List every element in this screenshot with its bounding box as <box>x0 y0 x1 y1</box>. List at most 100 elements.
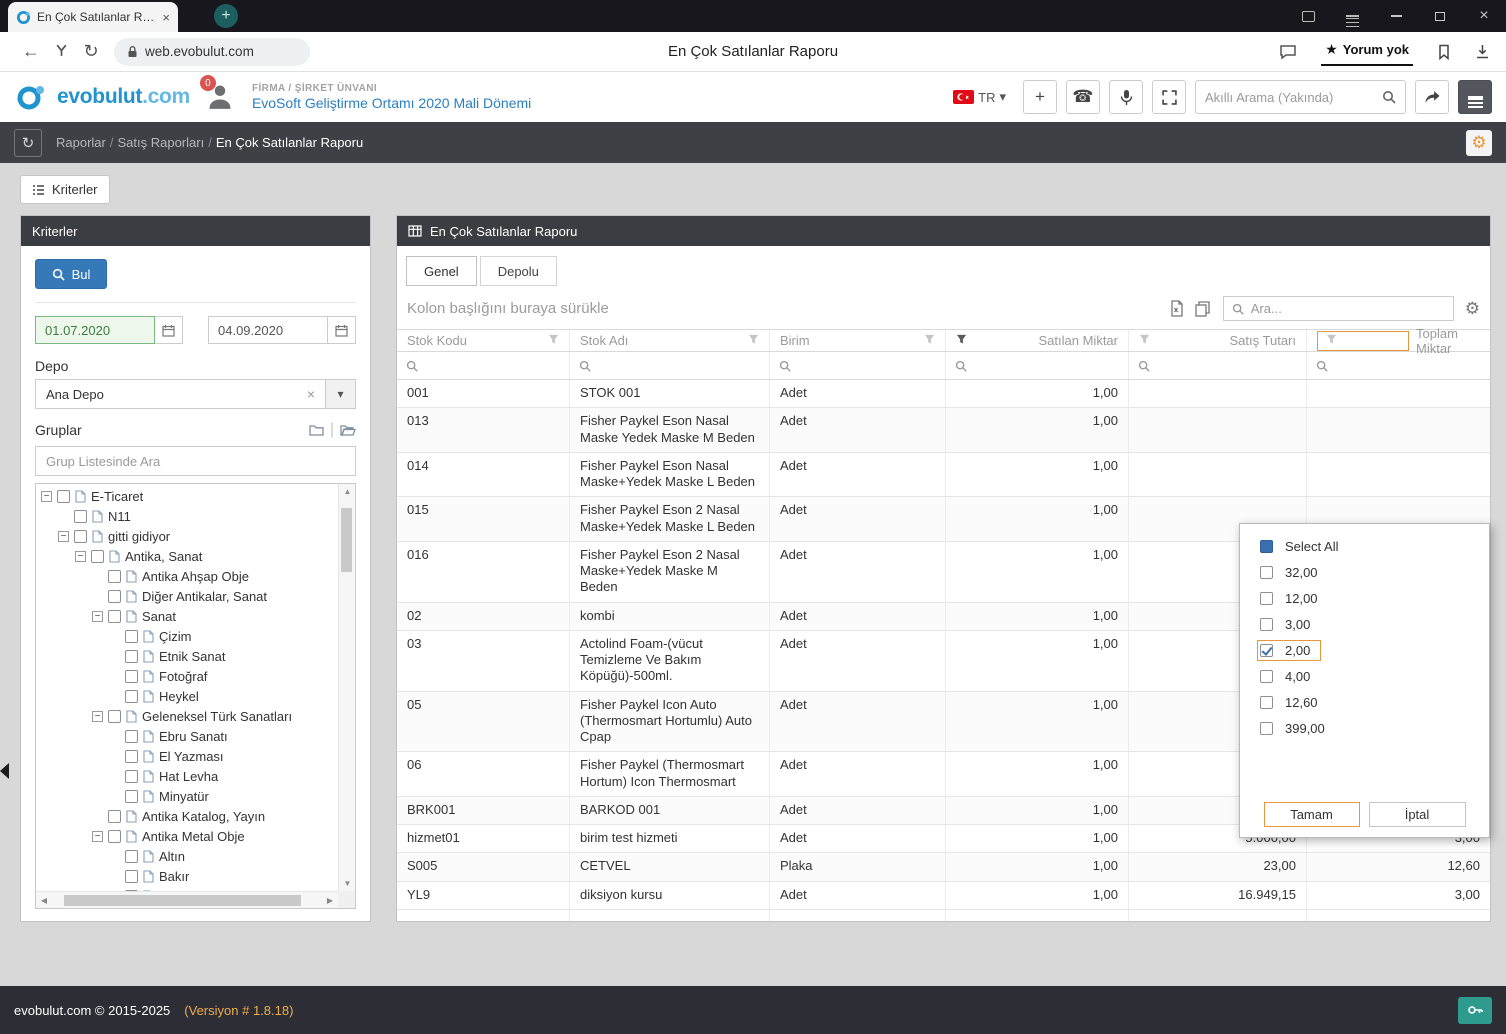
grid-search[interactable] <box>1222 296 1454 321</box>
table-row[interactable]: 013 Fisher Paykel Eson Nasal Maske Yedek … <box>397 408 1490 453</box>
breadcrumb-item[interactable]: Satış Raporları <box>117 135 204 150</box>
tree-item[interactable]: − Sanat <box>38 606 338 626</box>
tree-item[interactable]: Antika Ahşap Obje <box>38 566 338 586</box>
group-search-input[interactable] <box>35 446 356 476</box>
browser-tab[interactable]: En Çok Satılanlar Raporu × <box>8 2 178 32</box>
company-name-link[interactable]: EvoSoft Geliştirme Ortamı 2020 Mali Döne… <box>252 95 531 112</box>
table-row[interactable]: 014 Fisher Paykel Eson Nasal Maske+Yedek … <box>397 452 1490 498</box>
maximize-button[interactable] <box>1418 0 1462 32</box>
checkbox[interactable] <box>108 589 121 603</box>
checkbox[interactable] <box>1260 721 1273 735</box>
calendar-icon[interactable] <box>328 316 356 344</box>
grid-settings-icon[interactable]: ⚙ <box>1465 299 1480 319</box>
filter-button-focused[interactable] <box>1317 330 1409 351</box>
add-button[interactable]: + <box>1023 80 1057 114</box>
license-key-button[interactable] <box>1458 996 1492 1024</box>
filter-option[interactable]: 4,00 <box>1240 663 1489 689</box>
tab-depolu[interactable]: Depolu <box>479 256 557 286</box>
table-row[interactable]: S005 CETVEL Plaka 1,00 23,00 12,60 <box>397 853 1490 882</box>
breadcrumb-item[interactable]: Raporlar <box>56 135 106 150</box>
breadcrumb-refresh-button[interactable]: ↻ <box>14 128 42 157</box>
close-button[interactable]: × <box>1462 0 1506 32</box>
tree-item[interactable]: Çizim <box>38 626 338 646</box>
microphone-button[interactable] <box>1109 80 1143 114</box>
checkbox[interactable] <box>125 729 138 743</box>
tab-genel[interactable]: Genel <box>406 256 477 286</box>
filter-select-all[interactable]: Select All <box>1240 533 1489 559</box>
tree-item[interactable]: Bakır <box>38 866 338 886</box>
comment-status-button[interactable]: ★ Yorum yok <box>1321 38 1413 66</box>
download-icon[interactable] <box>1475 44 1490 60</box>
checkbox[interactable] <box>91 549 104 563</box>
filter-cell[interactable] <box>570 352 770 379</box>
scroll-up-icon[interactable]: ▲ <box>339 487 355 496</box>
checkbox[interactable] <box>125 629 138 643</box>
filter-option[interactable]: 399,00 <box>1240 715 1489 741</box>
column-header-satis-tutari[interactable]: Satış Tutarı <box>1129 330 1307 351</box>
filter-icon[interactable] <box>748 333 759 348</box>
filter-option[interactable]: 12,00 <box>1240 585 1489 611</box>
checkbox[interactable] <box>125 749 138 763</box>
user-avatar[interactable]: 0 <box>199 75 236 112</box>
filter-icon[interactable] <box>924 333 935 348</box>
scroll-left-icon[interactable]: ◀ <box>37 892 51 908</box>
tree-item[interactable]: Etnik Sanat <box>38 646 338 666</box>
new-tab-button[interactable]: + <box>214 4 238 28</box>
phone-button[interactable]: ☎ <box>1066 80 1100 114</box>
tree-item[interactable]: N11 <box>38 506 338 526</box>
checkbox[interactable] <box>1260 695 1273 709</box>
tree-item[interactable]: Diğer Antikalar, Sanat <box>38 586 338 606</box>
checkbox[interactable] <box>108 569 121 583</box>
share-button[interactable] <box>1415 80 1449 114</box>
checkbox[interactable] <box>108 709 121 723</box>
tree-item[interactable]: − E-Ticaret <box>38 486 338 506</box>
minimize-button[interactable] <box>1374 0 1418 32</box>
checkbox[interactable] <box>108 809 121 823</box>
page-settings-button[interactable]: ⚙ <box>1466 129 1492 156</box>
refresh-icon[interactable]: ↻ <box>76 41 106 62</box>
tree-item[interactable]: − Antika Metal Obje <box>38 826 338 846</box>
checkbox[interactable] <box>125 869 138 883</box>
tree-item[interactable]: Antika Katalog, Yayın <box>38 806 338 826</box>
search-icon[interactable] <box>1382 90 1396 104</box>
checkbox[interactable] <box>1260 617 1273 631</box>
scrollbar-thumb[interactable] <box>64 895 301 906</box>
app-logo[interactable]: evobulut.com <box>14 83 190 111</box>
smart-search-input[interactable] <box>1205 89 1376 105</box>
checkbox[interactable] <box>125 789 138 803</box>
language-selector[interactable]: TR ▾ <box>953 89 1006 105</box>
checkbox[interactable] <box>108 829 121 843</box>
folder-open-icon[interactable] <box>340 424 356 436</box>
ok-button[interactable]: Tamam <box>1263 802 1360 827</box>
filter-option[interactable]: 2,00 <box>1240 637 1489 663</box>
tree-item[interactable]: Heykel <box>38 686 338 706</box>
column-header-satilan-miktar[interactable]: Satılan Miktar <box>946 330 1129 351</box>
checkbox[interactable] <box>125 669 138 683</box>
tree-item[interactable]: Altın <box>38 846 338 866</box>
tree-item[interactable]: El Yazması <box>38 746 338 766</box>
scrollbar-thumb[interactable] <box>341 508 352 572</box>
checkbox[interactable] <box>1260 539 1273 553</box>
tree-item[interactable]: Fotoğraf <box>38 666 338 686</box>
collapse-icon[interactable]: − <box>92 830 103 842</box>
comment-icon[interactable] <box>1279 44 1297 60</box>
checkbox[interactable] <box>1260 565 1273 579</box>
cancel-button[interactable]: İptal <box>1368 802 1466 827</box>
checkbox[interactable] <box>74 509 87 523</box>
clear-icon[interactable]: × <box>307 386 315 402</box>
tree-item[interactable]: − gitti gidiyor <box>38 526 338 546</box>
tree-item[interactable]: Hat Levha <box>38 766 338 786</box>
branch-icon[interactable] <box>46 41 76 62</box>
filter-icon[interactable] <box>548 333 559 348</box>
panel-collapse-arrow[interactable] <box>0 763 9 779</box>
back-icon[interactable]: ← <box>16 41 46 62</box>
fullscreen-button[interactable] <box>1152 80 1186 114</box>
filter-option[interactable]: 3,00 <box>1240 611 1489 637</box>
vertical-scrollbar[interactable]: ▲ ▼ <box>338 484 355 891</box>
tree-item[interactable]: − Geleneksel Türk Sanatları <box>38 706 338 726</box>
scroll-down-icon[interactable]: ▼ <box>339 879 355 888</box>
date-from-input[interactable] <box>35 316 155 344</box>
calendar-icon[interactable] <box>155 316 183 344</box>
checkbox[interactable] <box>125 649 138 663</box>
export-icon[interactable] <box>1168 300 1184 317</box>
